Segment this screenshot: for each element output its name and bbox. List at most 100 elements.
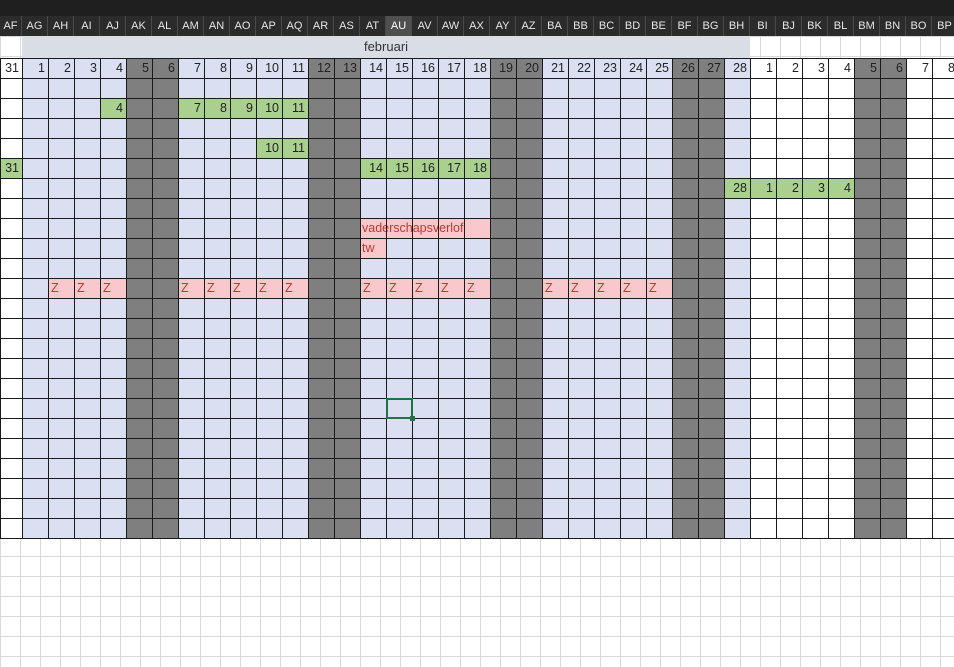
day-number-16[interactable]: 16 — [412, 58, 438, 78]
day-number-22[interactable]: 22 — [568, 58, 594, 78]
day-number-11[interactable]: 11 — [282, 58, 308, 78]
date-entry[interactable]: 14 — [360, 158, 386, 178]
date-entry[interactable]: 10 — [256, 98, 282, 118]
column-header-bm[interactable]: BM — [854, 16, 880, 36]
day-number-5[interactable]: 5 — [854, 58, 880, 78]
day-number-4[interactable]: 4 — [100, 58, 126, 78]
column-header-bg[interactable]: BG — [698, 16, 724, 36]
absence-marker[interactable]: Z — [74, 278, 100, 298]
column-header-ay[interactable]: AY — [490, 16, 516, 36]
column-header-al[interactable]: AL — [152, 16, 178, 36]
column-header-aj[interactable]: AJ — [100, 16, 126, 36]
leave-note[interactable]: vaderschapsverlof — [360, 218, 490, 238]
day-number-28[interactable]: 28 — [724, 58, 750, 78]
absence-marker[interactable]: Z — [438, 278, 464, 298]
absence-marker[interactable]: Z — [256, 278, 282, 298]
day-number-14[interactable]: 14 — [360, 58, 386, 78]
column-header-ah[interactable]: AH — [48, 16, 74, 36]
fill-handle[interactable] — [410, 416, 415, 421]
active-cell-cursor[interactable] — [386, 398, 413, 419]
absence-marker[interactable]: Z — [48, 278, 74, 298]
absence-marker[interactable]: Z — [412, 278, 438, 298]
column-header-ai[interactable]: AI — [74, 16, 100, 36]
date-entry[interactable]: 15 — [386, 158, 412, 178]
absence-marker[interactable]: Z — [282, 278, 308, 298]
day-number-8[interactable]: 8 — [204, 58, 230, 78]
date-entry[interactable]: 9 — [230, 98, 256, 118]
day-number-25[interactable]: 25 — [646, 58, 672, 78]
absence-marker[interactable]: Z — [464, 278, 490, 298]
day-number-3[interactable]: 3 — [74, 58, 100, 78]
day-number-8[interactable]: 8 — [932, 58, 954, 78]
day-number-1[interactable]: 1 — [750, 58, 776, 78]
day-number-20[interactable]: 20 — [516, 58, 542, 78]
day-number-6[interactable]: 6 — [152, 58, 178, 78]
column-header-am[interactable]: AM — [178, 16, 204, 36]
date-entry[interactable]: 8 — [204, 98, 230, 118]
day-number-5[interactable]: 5 — [126, 58, 152, 78]
column-header-az[interactable]: AZ — [516, 16, 542, 36]
column-header-ba[interactable]: BA — [542, 16, 568, 36]
column-header-ar[interactable]: AR — [308, 16, 334, 36]
day-number-19[interactable]: 19 — [490, 58, 516, 78]
column-header-bh[interactable]: BH — [724, 16, 750, 36]
column-header-at[interactable]: AT — [360, 16, 386, 36]
column-header-bk[interactable]: BK — [802, 16, 828, 36]
day-number-1[interactable]: 1 — [22, 58, 48, 78]
date-entry[interactable]: 1 — [750, 178, 776, 198]
day-number-18[interactable]: 18 — [464, 58, 490, 78]
day-number-23[interactable]: 23 — [594, 58, 620, 78]
date-entry[interactable]: 11 — [282, 138, 308, 158]
column-header-bc[interactable]: BC — [594, 16, 620, 36]
column-header-aq[interactable]: AQ — [282, 16, 308, 36]
leave-note-short[interactable]: tw — [360, 238, 386, 258]
spreadsheet-grid[interactable]: februari 4 7 8 9 10 11 10 11 31 14 15 16 17 18 28 1 2 3 4 Z Z… — [0, 36, 954, 667]
column-header-bd[interactable]: BD — [620, 16, 646, 36]
day-number-7[interactable]: 7 — [906, 58, 932, 78]
day-number-17[interactable]: 17 — [438, 58, 464, 78]
date-entry[interactable]: 3 — [802, 178, 828, 198]
day-number-21[interactable]: 21 — [542, 58, 568, 78]
column-header-bj[interactable]: BJ — [776, 16, 802, 36]
column-header-be[interactable]: BE — [646, 16, 672, 36]
column-header-bp[interactable]: BP — [932, 16, 954, 36]
date-entry[interactable]: 7 — [178, 98, 204, 118]
day-number-7[interactable]: 7 — [178, 58, 204, 78]
date-entry[interactable]: 28 — [724, 178, 750, 198]
absence-marker[interactable]: Z — [620, 278, 646, 298]
absence-marker[interactable]: Z — [386, 278, 412, 298]
day-number-10[interactable]: 10 — [256, 58, 282, 78]
column-header-as[interactable]: AS — [334, 16, 360, 36]
date-entry[interactable]: 11 — [282, 98, 308, 118]
date-entry[interactable]: 4 — [828, 178, 854, 198]
absence-marker[interactable]: Z — [360, 278, 386, 298]
day-number-9[interactable]: 9 — [230, 58, 256, 78]
column-header-bb[interactable]: BB — [568, 16, 594, 36]
day-number-24[interactable]: 24 — [620, 58, 646, 78]
day-number-27[interactable]: 27 — [698, 58, 724, 78]
day-number-2[interactable]: 2 — [776, 58, 802, 78]
date-entry[interactable]: 18 — [464, 158, 490, 178]
date-entry[interactable]: 10 — [256, 138, 282, 158]
column-header-aw[interactable]: AW — [438, 16, 464, 36]
date-entry[interactable]: 4 — [100, 98, 126, 118]
column-header-bn[interactable]: BN — [880, 16, 906, 36]
day-number-12[interactable]: 12 — [308, 58, 334, 78]
column-header-bl[interactable]: BL — [828, 16, 854, 36]
absence-marker[interactable]: Z — [594, 278, 620, 298]
date-entry[interactable]: 2 — [776, 178, 802, 198]
column-header-au[interactable]: AU — [386, 16, 412, 36]
day-number-31[interactable]: 31 — [0, 58, 22, 78]
column-header-af[interactable]: AF — [0, 16, 22, 36]
column-header-bf[interactable]: BF — [672, 16, 698, 36]
column-header-ao[interactable]: AO — [230, 16, 256, 36]
date-entry[interactable]: 17 — [438, 158, 464, 178]
absence-marker[interactable]: Z — [178, 278, 204, 298]
day-number-6[interactable]: 6 — [880, 58, 906, 78]
column-header-ak[interactable]: AK — [126, 16, 152, 36]
day-number-13[interactable]: 13 — [334, 58, 360, 78]
absence-marker[interactable]: Z — [646, 278, 672, 298]
column-header-ap[interactable]: AP — [256, 16, 282, 36]
day-number-4[interactable]: 4 — [828, 58, 854, 78]
column-header-bi[interactable]: BI — [750, 16, 776, 36]
